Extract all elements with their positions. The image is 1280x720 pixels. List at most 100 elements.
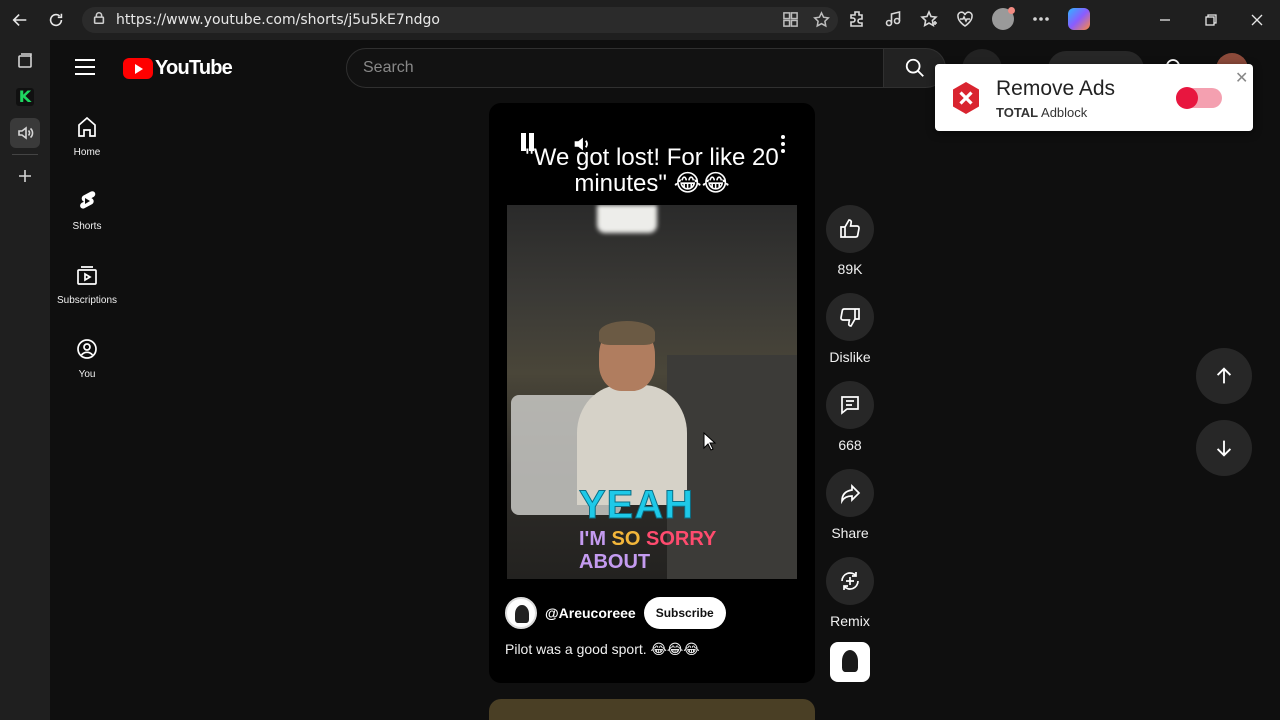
- dislike-button[interactable]: [826, 293, 874, 341]
- share-button[interactable]: [826, 469, 874, 517]
- adblock-brand-bold: TOTAL: [996, 105, 1039, 120]
- remix-icon: [841, 572, 859, 590]
- remix-action: Remix: [825, 557, 875, 645]
- minimize-button[interactable]: [1142, 0, 1188, 40]
- share-arrow-icon: [841, 483, 861, 505]
- channel-row: @Areucoreee Subscribe: [505, 597, 726, 629]
- next-short-button[interactable]: [1196, 420, 1252, 476]
- thumbs-up-icon: [840, 219, 860, 238]
- youtube-page: YouTube Home Shorts Subscriptions Y: [51, 41, 1280, 720]
- volume-button[interactable]: [571, 133, 593, 160]
- action-bar: 89K Dislike 668 Share Remix: [825, 205, 875, 645]
- restore-button[interactable]: [1188, 0, 1234, 40]
- cockpit-light: [597, 205, 657, 233]
- next-short-preview[interactable]: [489, 699, 815, 720]
- arrow-down-icon: [1216, 440, 1232, 457]
- media-control-icon[interactable]: [884, 10, 902, 28]
- close-icon: [1251, 14, 1263, 26]
- rail-divider: [12, 154, 38, 155]
- pause-button[interactable]: [521, 133, 537, 151]
- caption-word-so: SO: [611, 528, 646, 550]
- caption-line-3: ABOUT: [579, 551, 651, 573]
- refresh-button[interactable]: [38, 2, 74, 38]
- site-info-icon[interactable]: [92, 11, 106, 30]
- minimize-icon: [1160, 19, 1170, 21]
- back-button[interactable]: [2, 2, 38, 38]
- subscribe-button[interactable]: Subscribe: [643, 597, 726, 629]
- guide-item-label: Subscriptions: [56, 295, 118, 306]
- guide-item-shorts[interactable]: Shorts: [51, 171, 123, 245]
- remove-ads-toggle[interactable]: [1176, 87, 1222, 109]
- favorite-star-icon[interactable]: [813, 11, 830, 28]
- you-icon: [77, 339, 97, 359]
- like-button[interactable]: [826, 205, 874, 253]
- restore-icon: [1205, 14, 1217, 26]
- browser-toolbar: https://www.youtube.com/shorts/j5u5kE7nd…: [0, 0, 1280, 40]
- mini-guide: Home Shorts Subscriptions You: [51, 97, 123, 393]
- tab-actions-button[interactable]: [10, 46, 40, 76]
- tab-actions-icon: [18, 53, 32, 68]
- guide-item-label: Home: [73, 147, 101, 158]
- pilot-hair: [599, 321, 655, 345]
- url-text: https://www.youtube.com/shorts/j5u5kE7nd…: [116, 12, 440, 28]
- caption-line-1: YEAH: [579, 483, 695, 528]
- more-menu-icon[interactable]: [1032, 10, 1050, 28]
- adblock-shield-icon: [949, 81, 983, 115]
- address-bar[interactable]: https://www.youtube.com/shorts/j5u5kE7nd…: [82, 7, 838, 33]
- video-caption: YEAH I'M SO SORRY ABOUT: [579, 483, 797, 574]
- guide-menu-button[interactable]: [75, 59, 95, 77]
- app-available-icon[interactable]: [782, 11, 799, 28]
- caption-word-sorry: SORRY: [645, 528, 717, 550]
- mouse-cursor-icon: [703, 431, 717, 457]
- search-input[interactable]: [363, 59, 883, 77]
- youtube-play-icon: [123, 58, 153, 79]
- extensions-icon[interactable]: [848, 10, 866, 28]
- adblock-close-icon[interactable]: ✕: [1235, 68, 1248, 88]
- profile-avatar[interactable]: [992, 7, 1015, 30]
- guide-item-label: Shorts: [72, 221, 102, 232]
- like-action: 89K: [825, 205, 875, 293]
- adblock-brand: TOTAL Adblock: [996, 105, 1087, 120]
- shorts-title: "We got lost! For like 20 minutes" 😂😂: [525, 144, 779, 197]
- previous-short-button[interactable]: [1196, 348, 1252, 404]
- like-count: 89K: [837, 261, 863, 277]
- dislike-action: Dislike: [825, 293, 875, 381]
- adblock-popup: Remove Ads TOTAL Adblock ✕: [935, 64, 1253, 131]
- guide-item-you[interactable]: You: [51, 319, 123, 393]
- comment-action: 668: [825, 381, 875, 469]
- more-options-button[interactable]: [781, 135, 785, 156]
- plus-icon: [19, 170, 31, 182]
- comments-button[interactable]: [826, 381, 874, 429]
- arrow-up-icon: [1216, 367, 1232, 384]
- search-icon: [905, 58, 924, 77]
- shorts-player[interactable]: "We got lost! For like 20 minutes" 😂😂 YE…: [489, 103, 815, 683]
- remix-button[interactable]: [826, 557, 874, 605]
- search-box[interactable]: [346, 48, 884, 88]
- favorites-icon[interactable]: [920, 10, 938, 28]
- new-tab-button[interactable]: [10, 161, 40, 191]
- youtube-tab-audio[interactable]: [10, 118, 40, 148]
- adblock-brand-rest: Adblock: [1041, 105, 1088, 120]
- volume-icon: [574, 137, 588, 151]
- kick-tab[interactable]: K: [10, 82, 40, 112]
- close-window-button[interactable]: [1234, 0, 1280, 40]
- dislike-label: Dislike: [829, 349, 871, 365]
- video-frame[interactable]: YEAH I'M SO SORRY ABOUT: [507, 205, 797, 579]
- copilot-icon[interactable]: [1068, 8, 1090, 30]
- share-label: Share: [831, 525, 869, 541]
- guide-item-label: You: [78, 369, 96, 380]
- caption-line-2: I'M SO SORRY: [579, 528, 797, 551]
- guide-item-home[interactable]: Home: [51, 97, 123, 171]
- sound-thumbnail[interactable]: [830, 642, 870, 682]
- refresh-icon: [49, 13, 63, 27]
- channel-name[interactable]: @Areucoreee: [545, 605, 636, 621]
- speaker-icon: [18, 126, 34, 140]
- guide-item-subscriptions[interactable]: Subscriptions: [51, 245, 123, 319]
- short-description[interactable]: Pilot was a good sport. 😂😂😂: [505, 641, 700, 658]
- browser-essentials-icon[interactable]: [956, 10, 974, 28]
- channel-avatar[interactable]: [505, 597, 537, 629]
- shorts-icon: [80, 191, 96, 209]
- remix-label: Remix: [830, 613, 870, 629]
- youtube-logo[interactable]: YouTube: [123, 57, 233, 80]
- shorts-navigation: [1196, 348, 1252, 492]
